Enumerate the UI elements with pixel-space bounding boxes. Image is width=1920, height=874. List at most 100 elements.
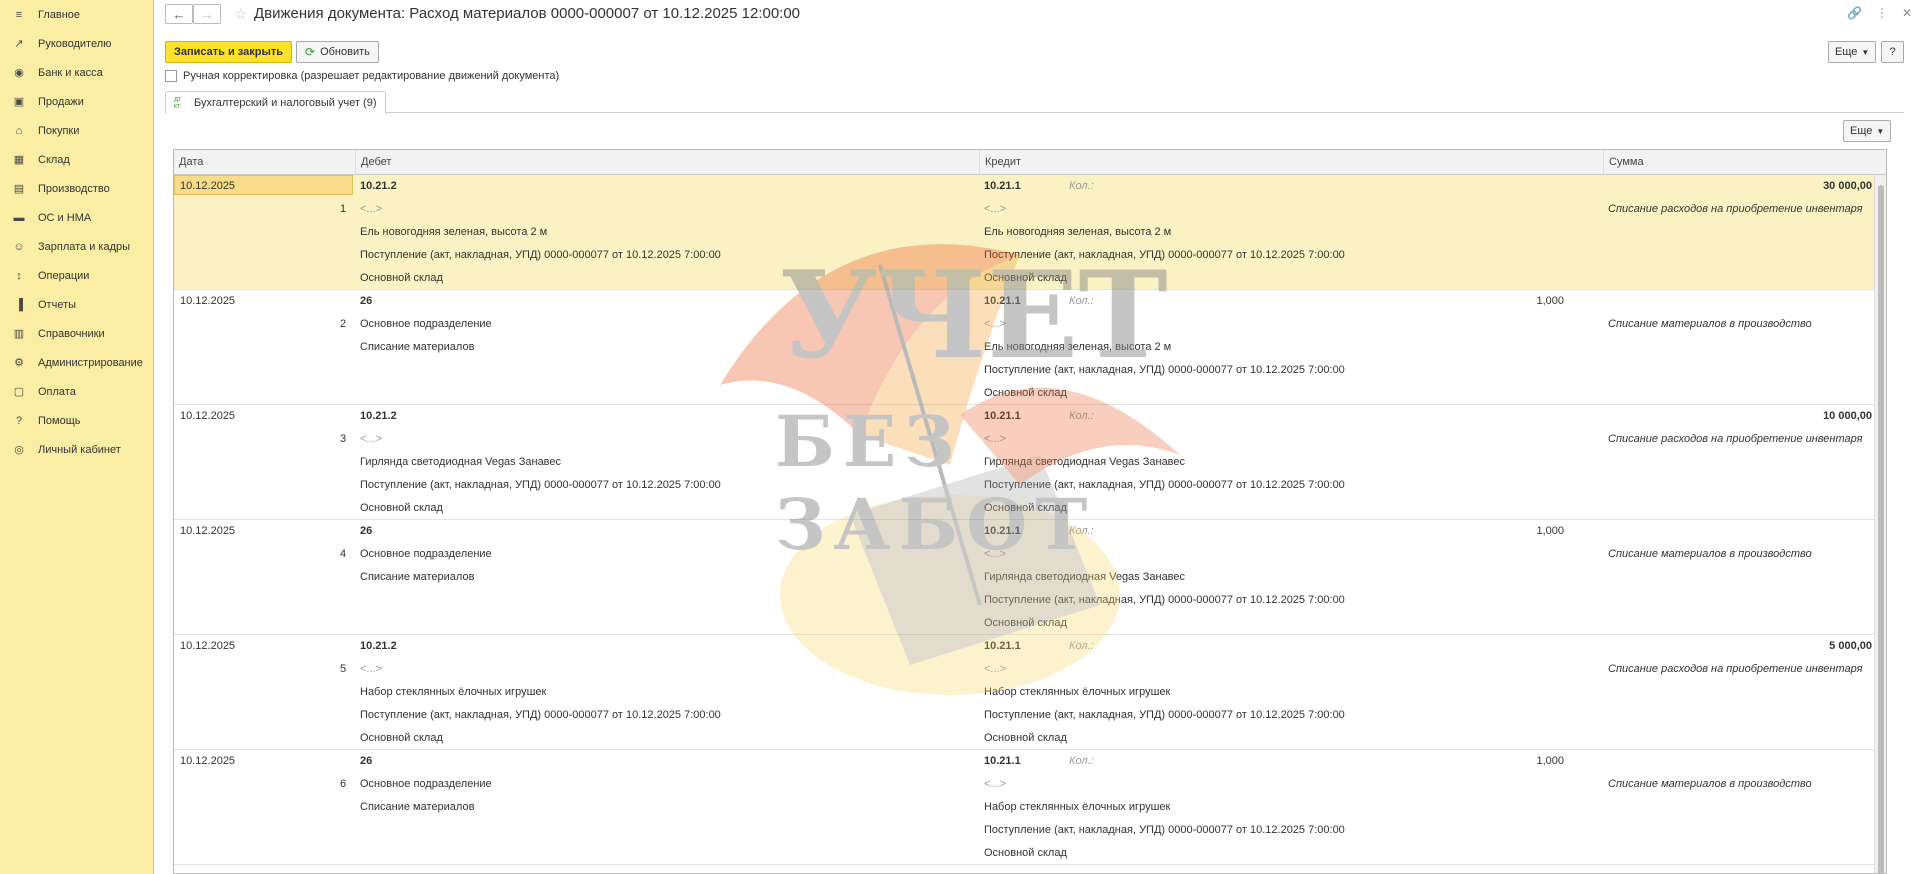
- table-row[interactable]: 10.12.2025 2 26 Основное подразделение Списа…: [174, 290, 1874, 405]
- debit-line: 26: [360, 295, 373, 307]
- sidebar-item-4[interactable]: ⌂ Покупки: [0, 116, 153, 145]
- sidebar-item-5[interactable]: ▦ Склад: [0, 145, 153, 174]
- table-row[interactable]: 10.12.2025 1 10.21.2 <...> Ель новогодняя зе…: [174, 175, 1874, 290]
- row-number-cell: 1: [340, 203, 347, 215]
- header-icons: 🔗 ⋮ ✕: [1847, 6, 1912, 20]
- table-more-button[interactable]: Еще ▼: [1843, 120, 1892, 142]
- cart-icon: ⌂: [15, 124, 23, 137]
- more-label: Еще: [1835, 46, 1858, 58]
- credit-line: <...>: [984, 663, 1007, 675]
- column-header-sum[interactable]: Сумма: [1603, 150, 1886, 175]
- sidebar: ≡ Главное ↗ Руководителю ◉ Банк и касса ▣ Прода…: [0, 0, 154, 874]
- table-row[interactable]: 10.12.2025 6 26 Основное подразделение Списа…: [174, 750, 1874, 865]
- sidebar-item-13[interactable]: ▢ Оплата: [0, 377, 153, 406]
- bar-chart-icon: ▐: [15, 298, 23, 311]
- sidebar-item-0[interactable]: ≡ Главное: [0, 0, 153, 29]
- credit-line: 10.21.1: [984, 410, 1021, 422]
- sidebar-item-14[interactable]: ? Помощь: [0, 406, 153, 435]
- sidebar-item-15[interactable]: ◎ Личный кабинет: [0, 435, 153, 464]
- sidebar-item-7[interactable]: ▬ ОС и НМА: [0, 203, 153, 232]
- credit-line: <...>: [984, 778, 1007, 790]
- sidebar-item-9[interactable]: ↕ Операции: [0, 261, 153, 290]
- sidebar-item-label: Зарплата и кадры: [38, 240, 131, 253]
- column-header-credit[interactable]: Кредит: [979, 150, 1603, 175]
- sidebar-item-label: Главное: [38, 8, 81, 21]
- credit-qty-label: Кол.:: [1069, 525, 1094, 537]
- truck-icon: ▬: [13, 211, 25, 224]
- sidebar-item-8[interactable]: ☺ Зарплата и кадры: [0, 232, 153, 261]
- save-and-close-button[interactable]: Записать и закрыть: [165, 41, 293, 63]
- table-row[interactable]: 10.12.2025 3 10.21.2 <...> Гирлянда светодио…: [174, 405, 1874, 520]
- date-cell: 10.12.2025: [180, 410, 236, 422]
- credit-line: <...>: [984, 318, 1007, 330]
- credit-qty-label: Кол.:: [1069, 295, 1094, 307]
- sidebar-item-label: Покупки: [38, 124, 80, 137]
- credit-line: <...>: [984, 203, 1007, 215]
- vertical-scrollbar[interactable]: [1874, 175, 1886, 873]
- debit-line: 26: [360, 525, 373, 537]
- scrollbar-thumb[interactable]: [1878, 185, 1884, 873]
- refresh-button[interactable]: ⟳ Обновить: [296, 41, 379, 63]
- tab-accounting[interactable]: дт кт Бухгалтерский и налоговый учет (9): [165, 91, 386, 114]
- row-number-cell: 4: [340, 548, 347, 560]
- sidebar-item-10[interactable]: ▐ Отчеты: [0, 290, 153, 319]
- debit-line: Основной склад: [360, 272, 443, 284]
- content-cell: Списание расходов на приобретение инвент…: [1608, 433, 1863, 445]
- sidebar-item-1[interactable]: ↗ Руководителю: [0, 29, 153, 58]
- help-button[interactable]: ?: [1881, 41, 1904, 63]
- credit-line: Основной склад: [984, 847, 1067, 859]
- table-row[interactable]: 10.12.2025 4 26 Основное подразделение Списа…: [174, 520, 1874, 635]
- credit-line: 10.21.1: [984, 180, 1021, 192]
- sidebar-item-2[interactable]: ◉ Банк и касса: [0, 58, 153, 87]
- arrow-left-icon: ←: [172, 6, 186, 22]
- credit-line: Гирлянда светодиодная Vegas Занавес: [984, 456, 1186, 468]
- bag-icon: ▣: [13, 96, 25, 108]
- column-header-date[interactable]: Дата: [174, 150, 355, 175]
- debit-line: Списание материалов: [360, 571, 475, 583]
- sidebar-item-label: Продажи: [38, 95, 84, 108]
- forward-button[interactable]: →: [193, 4, 221, 24]
- back-button[interactable]: ←: [165, 4, 193, 24]
- sidebar-item-11[interactable]: ▥ Справочники: [0, 319, 153, 348]
- debit-line: Списание материалов: [360, 341, 475, 353]
- debit-line: 26: [360, 755, 373, 767]
- factory-icon: ▤: [13, 183, 25, 195]
- close-icon[interactable]: ✕: [1902, 6, 1912, 20]
- bank-icon: ◉: [14, 67, 24, 79]
- help-icon: ?: [15, 414, 23, 427]
- debit-line: <...>: [360, 663, 383, 675]
- sidebar-item-3[interactable]: ▣ Продажи: [0, 87, 153, 116]
- content-cell: Списание материалов в производство: [1608, 778, 1812, 790]
- payment-icon: ▢: [13, 386, 25, 398]
- refresh-icon: ⟳: [305, 45, 316, 59]
- more-button[interactable]: Еще ▼: [1828, 41, 1877, 63]
- debit-line: Поступление (акт, накладная, УПД) 0000-0…: [360, 249, 721, 261]
- tab-accounting-label: Бухгалтерский и налоговый учет (9): [194, 96, 377, 109]
- gear-icon: ⚙: [14, 357, 24, 369]
- credit-line: 10.21.1: [984, 755, 1021, 767]
- table-row[interactable]: 10.12.2025 5 10.21.2 <...> Набор стеклянных …: [174, 635, 1874, 750]
- dt-kt-icon: дт кт: [174, 95, 182, 110]
- row-number-cell: 6: [340, 778, 347, 790]
- content-cell: Списание материалов в производство: [1608, 318, 1812, 330]
- credit-qty-label: Кол.:: [1069, 180, 1094, 192]
- debit-line: Основное подразделение: [360, 548, 492, 560]
- sidebar-item-label: Помощь: [38, 414, 81, 427]
- date-cell: 10.12.2025: [180, 525, 236, 537]
- sidebar-item-6[interactable]: ▤ Производство: [0, 174, 153, 203]
- credit-line: Набор стеклянных ёлочных игрушек: [984, 801, 1171, 813]
- credit-line: Ель новогодняя зеленая, высота 2 м: [984, 341, 1172, 353]
- debit-line: Поступление (акт, накладная, УПД) 0000-0…: [360, 479, 721, 491]
- link-icon[interactable]: 🔗: [1847, 6, 1862, 20]
- more-vertical-icon[interactable]: ⋮: [1876, 6, 1888, 20]
- sidebar-item-12[interactable]: ⚙ Администрирование: [0, 348, 153, 377]
- star-icon[interactable]: ☆: [234, 5, 247, 23]
- movements-table: Дата Дебет Кредит Сумма 10.12.2025 1 10.21…: [173, 149, 1887, 874]
- manual-correction-checkbox[interactable]: [165, 70, 177, 82]
- sidebar-item-label: Администрирование: [38, 356, 143, 369]
- sidebar-item-label: Руководителю: [38, 37, 112, 50]
- credit-line: Поступление (акт, накладная, УПД) 0000-0…: [984, 479, 1345, 491]
- credit-line: Основной склад: [984, 732, 1067, 744]
- column-header-debit[interactable]: Дебет: [355, 150, 979, 175]
- debit-line: Основное подразделение: [360, 778, 492, 790]
